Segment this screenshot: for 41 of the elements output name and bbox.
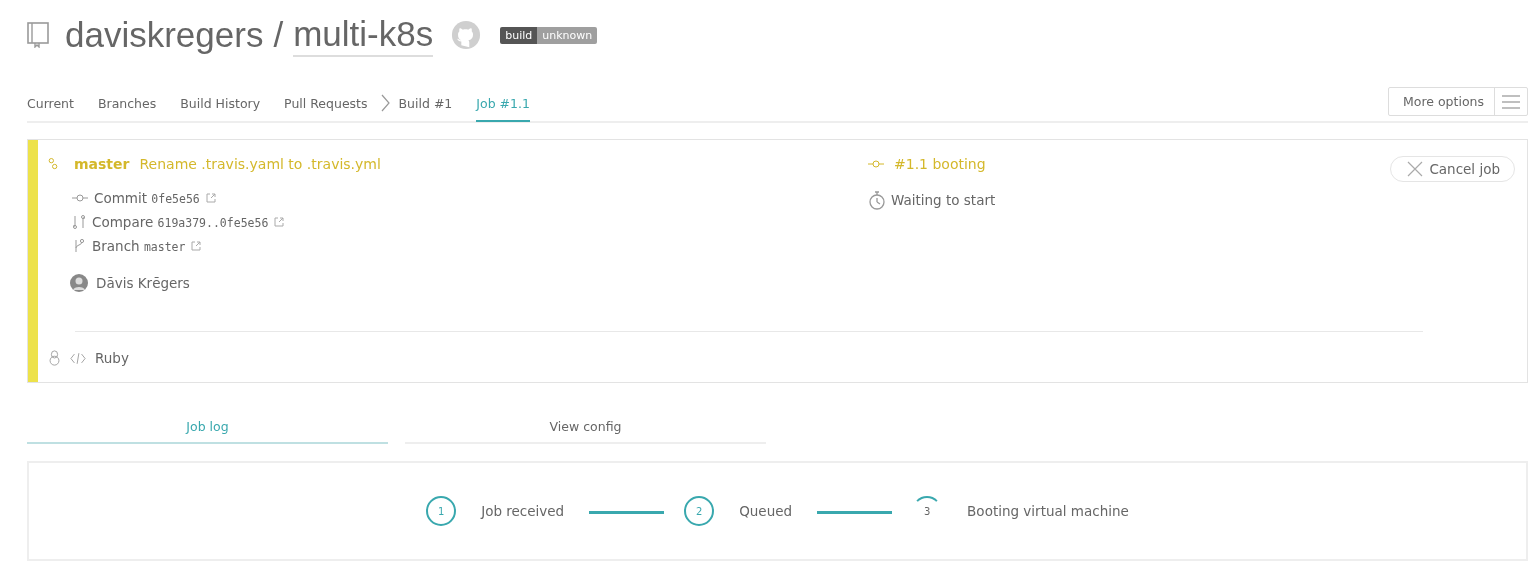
commit-message: Rename .travis.yaml to .travis.yml bbox=[139, 156, 381, 172]
stopwatch-icon bbox=[868, 190, 886, 210]
path-separator: / bbox=[273, 15, 284, 55]
author-name: Dāvis Krēgers bbox=[96, 275, 190, 291]
commit-link[interactable]: Commit 0fe5e56 bbox=[94, 190, 200, 206]
branch-link[interactable]: Branch master bbox=[92, 238, 186, 254]
nav-tab[interactable]: Build History bbox=[180, 95, 261, 122]
step-label: Queued bbox=[739, 503, 793, 519]
nav-tab[interactable]: Current bbox=[27, 95, 74, 122]
language-label: Ruby bbox=[95, 350, 129, 366]
external-link-icon[interactable] bbox=[205, 193, 216, 203]
github-icon[interactable] bbox=[451, 20, 482, 50]
external-link-icon[interactable] bbox=[191, 241, 202, 251]
nav-tab[interactable]: Branches bbox=[97, 95, 157, 122]
commit-icon bbox=[72, 193, 88, 203]
cancel-job-button[interactable]: Cancel job bbox=[1390, 156, 1515, 182]
step-number: 2 bbox=[684, 496, 715, 526]
chevron-icon bbox=[379, 94, 390, 112]
step-label: Booting virtual machine bbox=[967, 503, 1129, 519]
breadcrumb-link[interactable]: Build #1 bbox=[398, 95, 453, 122]
linux-penguin-icon bbox=[48, 350, 61, 366]
job-state: Waiting to start bbox=[891, 192, 996, 208]
branch-icon bbox=[72, 238, 86, 254]
step-label: Job received bbox=[481, 503, 565, 519]
step-number: 1 bbox=[426, 496, 457, 526]
nav-tab[interactable]: Pull Requests bbox=[284, 95, 368, 122]
more-options-button[interactable]: More options bbox=[1388, 87, 1528, 116]
close-icon bbox=[1407, 161, 1424, 177]
commit-icon bbox=[868, 159, 884, 169]
repo-owner[interactable]: daviskregers bbox=[65, 15, 264, 55]
branch-link-icon bbox=[48, 157, 58, 171]
menu-icon[interactable] bbox=[1501, 94, 1521, 109]
external-link-icon[interactable] bbox=[274, 217, 285, 227]
repo-name[interactable]: multi-k8s bbox=[293, 13, 434, 57]
avatar bbox=[70, 274, 88, 292]
code-icon bbox=[70, 352, 86, 364]
step-spinner: 3 bbox=[912, 496, 943, 526]
log-tab[interactable]: View config bbox=[405, 419, 766, 444]
compare-link[interactable]: Compare 619a379..0fe5e56 bbox=[92, 214, 269, 230]
repo-book-icon bbox=[27, 22, 49, 48]
compare-icon bbox=[72, 215, 86, 229]
